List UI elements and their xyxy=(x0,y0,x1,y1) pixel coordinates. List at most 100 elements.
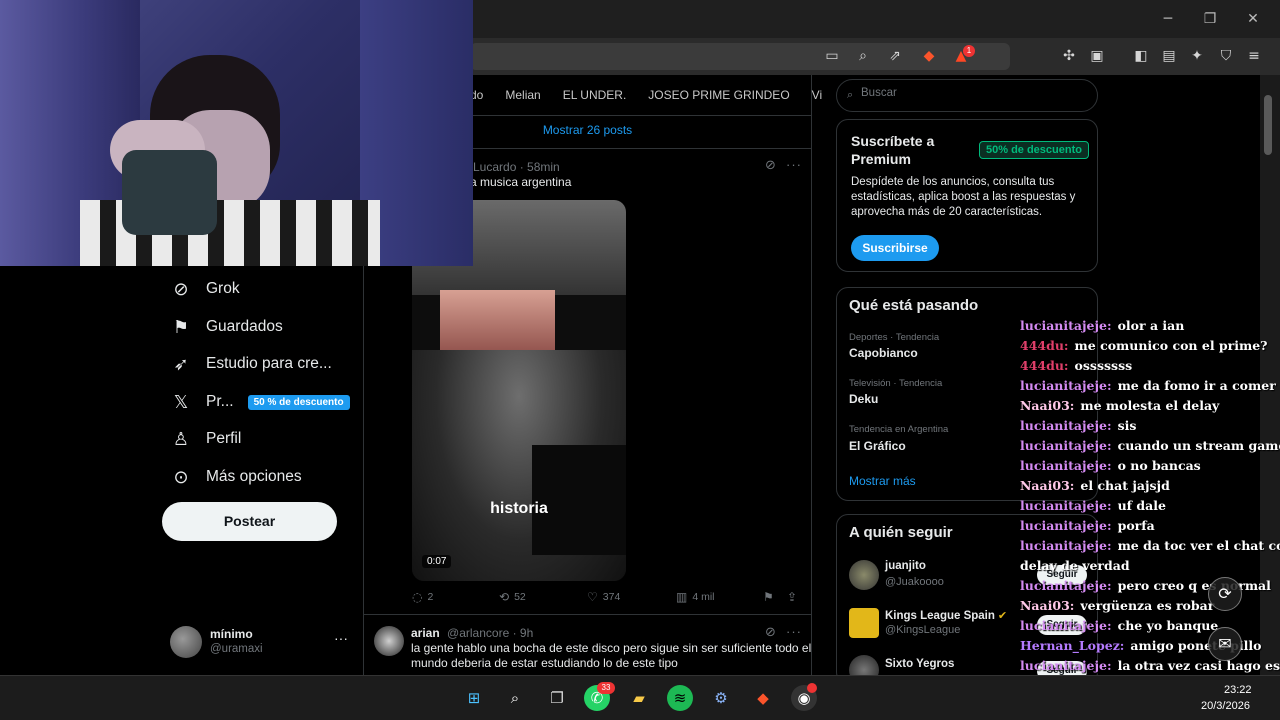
premium-description: Despídete de los anuncios, consulta tus … xyxy=(851,176,1076,218)
avatar[interactable] xyxy=(374,626,404,656)
views-button[interactable]: ▥ 4 mil xyxy=(676,590,715,604)
chat-text: la otra vez casi hago eso xyxy=(1117,658,1280,673)
reading-list-icon[interactable]: ▣ xyxy=(1087,46,1107,66)
nav-item-creator-studio[interactable]: ➶ Estudio para cre... xyxy=(170,350,331,378)
clock-date[interactable]: 20/3/2026 xyxy=(1201,700,1250,712)
wallet-icon[interactable]: ▤ xyxy=(1159,46,1179,66)
profile-name: mínimo xyxy=(210,627,253,641)
reply-count: 2 xyxy=(427,591,434,603)
chat-text: pero creo q es normal xyxy=(1117,578,1271,593)
search-input[interactable] xyxy=(861,87,1081,99)
nav-item-bookmarks[interactable]: ⚑ Guardados xyxy=(170,313,283,341)
minimize-button[interactable]: ─ xyxy=(1158,10,1178,28)
show-more-link[interactable]: Mostrar más xyxy=(849,474,916,488)
chat-message: lucianitajeje: uf dale xyxy=(1020,496,1278,516)
refresh-float-icon[interactable]: ⟳ xyxy=(1208,577,1242,611)
recording-indicator xyxy=(807,683,817,693)
follow-name-row[interactable]: Kings League Spain ✔ xyxy=(885,609,1007,622)
vpn-icon[interactable]: ⛉ xyxy=(1216,46,1236,66)
spotify-icon[interactable]: ≋ xyxy=(667,685,693,711)
zoom-icon[interactable]: ⌕ xyxy=(853,46,873,66)
chat-message: lucianitajeje: che yo banque xyxy=(1020,616,1278,636)
trend-name[interactable]: El Gráfico xyxy=(849,439,906,453)
brave-shields-icon[interactable]: ◆ xyxy=(919,46,939,66)
task-view-icon[interactable]: ❐ xyxy=(544,685,570,711)
follow-name[interactable]: juanjito xyxy=(885,560,926,572)
follow-name[interactable]: Sixto Yegros xyxy=(885,658,954,670)
tab-item[interactable]: EL UNDER. xyxy=(563,88,627,104)
settings-icon[interactable]: ⚙ xyxy=(708,685,734,711)
menu-icon[interactable]: ≡ xyxy=(1244,46,1264,66)
maximize-button[interactable]: ❐ xyxy=(1200,10,1220,28)
account-switcher[interactable]: mínimo @uramaxi ··· xyxy=(170,624,350,658)
chat-float-icon[interactable]: ✉ xyxy=(1208,627,1242,661)
chat-text: sis xyxy=(1117,418,1137,433)
x-logo-icon: 𝕏 xyxy=(173,391,189,413)
chat-message: lucianitajeje: sis xyxy=(1020,416,1278,436)
more-icon[interactable]: ··· xyxy=(786,157,802,172)
tweet-header: arian @arlancore · 9h xyxy=(411,626,533,640)
file-explorer-icon[interactable]: ▰ xyxy=(626,685,652,711)
close-button[interactable]: ✕ xyxy=(1243,10,1263,28)
tab-item[interactable]: Vi xyxy=(812,88,822,104)
tweet-text-line: mundo deberia de estar estudiando lo de … xyxy=(411,656,678,670)
follow-handle: @Juakoooo xyxy=(885,576,944,588)
nav-item-profile[interactable]: ♙ Perfil xyxy=(170,425,241,453)
chat-username: lucianitajeje: xyxy=(1020,518,1112,533)
tab-item[interactable]: Melian xyxy=(505,88,540,104)
reply-icon: ◌ xyxy=(412,590,423,604)
post-button[interactable]: Postear xyxy=(162,502,337,541)
extensions-icon[interactable]: ✣ xyxy=(1059,46,1079,66)
timeline-tabs: do Melian EL UNDER. JOSEO PRIME GRINDEO … xyxy=(470,88,844,104)
more-icon[interactable]: ··· xyxy=(786,624,802,639)
tweet-meta[interactable]: Lucardo · 58min xyxy=(473,160,560,174)
chat-username: lucianitajeje: xyxy=(1020,578,1112,593)
chat-username: lucianitajeje: xyxy=(1020,438,1112,453)
bookmark-button[interactable]: ⚑ xyxy=(763,590,779,604)
nav-label: Grok xyxy=(206,280,240,297)
webcam-phone xyxy=(122,150,217,235)
avatar[interactable] xyxy=(849,560,879,590)
subscribe-button[interactable]: Suscribirse xyxy=(851,235,939,261)
author-name[interactable]: arian xyxy=(411,626,440,640)
scrollbar-thumb[interactable] xyxy=(1264,95,1272,155)
tab-item[interactable]: JOSEO PRIME GRINDEO xyxy=(648,88,789,104)
share-button[interactable]: ⇪ xyxy=(787,590,802,604)
tweet-meta[interactable]: @arlancore · 9h xyxy=(447,626,533,640)
grok-explain-icon[interactable]: ⊘ xyxy=(765,625,776,640)
nav-item-grok[interactable]: ⊘ Grok xyxy=(170,275,240,303)
cast-icon[interactable]: ▭ xyxy=(822,46,842,66)
grok-icon: ⊘ xyxy=(173,278,189,300)
nav-item-premium[interactable]: 𝕏 Pr... 50 % de descuento xyxy=(170,388,350,416)
views-icon: ▥ xyxy=(676,590,688,604)
chat-message: lucianitajeje: me da fomo ir a comer xyxy=(1020,376,1278,396)
trend-name[interactable]: Deku xyxy=(849,392,878,406)
chat-message: lucianitajeje: la otra vez casi hago eso xyxy=(1020,656,1280,676)
trend-name[interactable]: Capobianco xyxy=(849,346,918,360)
grok-explain-icon[interactable]: ⊘ xyxy=(765,158,776,173)
leo-ai-icon[interactable]: ✦ xyxy=(1187,46,1207,66)
like-count: 374 xyxy=(602,591,621,603)
brave-browser-icon[interactable]: ◆ xyxy=(750,685,776,711)
sidebar-icon[interactable]: ◧ xyxy=(1131,46,1151,66)
chat-text: uf dale xyxy=(1117,498,1166,513)
start-icon[interactable]: ⊞ xyxy=(461,685,487,711)
nav-label: Guardados xyxy=(206,318,283,335)
like-button[interactable]: ♡ 374 xyxy=(587,590,620,604)
reply-button[interactable]: ◌ 2 xyxy=(412,590,433,604)
chat-username: 444du: xyxy=(1020,338,1069,353)
search-icon[interactable]: ⌕ xyxy=(502,685,528,711)
tweet-text-line: la gente hablo una bocha de este disco p… xyxy=(411,641,812,655)
more-icon[interactable]: ··· xyxy=(334,630,348,646)
chat-username: Naai03: xyxy=(1020,478,1075,493)
share-icon[interactable]: ⇗ xyxy=(885,46,905,66)
chat-message: delay de verdad xyxy=(1020,556,1278,576)
nav-item-more-options[interactable]: ⊙ Más opciones xyxy=(170,463,301,491)
rocket-icon: ➶ xyxy=(173,353,189,375)
clock-time[interactable]: 23:22 xyxy=(1224,684,1252,696)
premium-title: Suscríbete a Premium xyxy=(851,133,935,167)
repost-button[interactable]: ⟲ 52 xyxy=(499,590,526,604)
avatar[interactable] xyxy=(849,608,879,638)
search-box[interactable]: ⌕ xyxy=(836,79,1098,112)
nav-label: Pr... xyxy=(206,393,234,410)
